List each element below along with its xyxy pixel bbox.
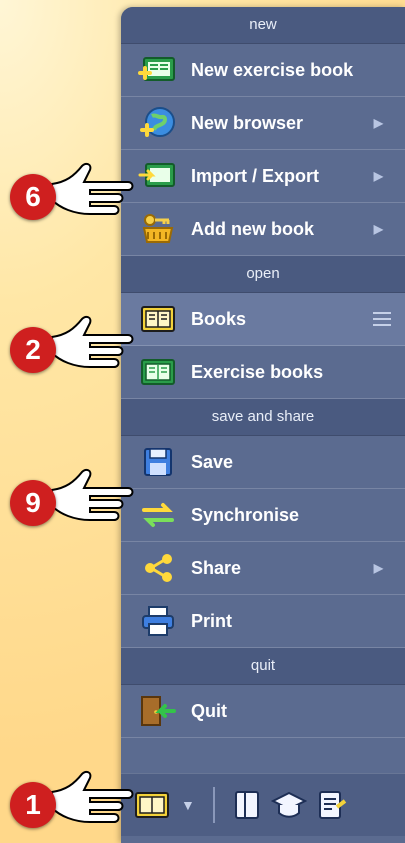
section-header-open: open [121, 256, 405, 293]
pointing-hand-icon [51, 468, 134, 521]
synchronise-label: Synchronise [191, 504, 300, 525]
floppy-disk-icon [135, 445, 181, 479]
callout-number-9: 9 [10, 480, 56, 526]
add-new-book-label: Add new book [191, 218, 314, 239]
share-label: Share [191, 557, 242, 578]
printer-icon [135, 604, 181, 638]
main-menu: new New exercise book New browser ▶ Impo… [121, 7, 405, 843]
import-export-label: Import / Export [191, 165, 320, 186]
share-icon [135, 551, 181, 585]
callout-number-2: 2 [10, 327, 56, 373]
menu-item-books[interactable]: Books [121, 293, 405, 346]
callout-number-6: 6 [10, 174, 56, 220]
save-label: Save [191, 451, 234, 472]
toolbar-separator [212, 787, 215, 823]
submenu-arrow-icon: ▶ [373, 561, 383, 575]
exercise-books-label: Exercise books [191, 361, 324, 382]
books-label: Books [191, 308, 247, 329]
submenu-arrow-icon: ▶ [373, 222, 383, 236]
hamburger-icon[interactable] [373, 312, 391, 326]
print-label: Print [191, 610, 233, 631]
menu-item-share[interactable]: Share ▶ [121, 542, 405, 595]
menu-item-new-exercise-book[interactable]: New exercise book [121, 44, 405, 97]
menu-item-import-export[interactable]: Import / Export ▶ [121, 150, 405, 203]
submenu-arrow-icon: ▶ [373, 116, 383, 130]
basket-key-icon [135, 212, 181, 246]
menu-item-quit[interactable]: Quit [121, 685, 405, 738]
graduation-cap-icon[interactable] [270, 789, 307, 821]
folder-icon[interactable] [233, 789, 261, 821]
menu-item-new-browser[interactable]: New browser ▶ [121, 97, 405, 150]
menu-item-exercise-books[interactable]: Exercise books [121, 346, 405, 399]
books-icon [135, 302, 181, 336]
sync-arrows-icon [135, 498, 181, 532]
callout-9: 9 [10, 468, 140, 538]
section-header-new: new [121, 7, 405, 44]
exercise-books-icon [135, 355, 181, 389]
menu-item-print[interactable]: Print [121, 595, 405, 648]
import-export-icon [135, 159, 181, 193]
new-browser-label: New browser [191, 112, 304, 133]
section-header-save-share: save and share [121, 399, 405, 436]
globe-icon [135, 106, 181, 140]
exit-door-icon [135, 694, 181, 728]
section-header-quit: quit [121, 648, 405, 685]
chevron-down-icon[interactable]: ▼ [181, 797, 195, 813]
menu-item-add-new-book[interactable]: Add new book ▶ [121, 203, 405, 256]
submenu-arrow-icon: ▶ [373, 169, 383, 183]
callout-6: 6 [10, 162, 140, 232]
new-exercise-book-label: New exercise book [191, 59, 354, 80]
menu-item-synchronise[interactable]: Synchronise [121, 489, 405, 542]
pointing-hand-icon [51, 162, 134, 215]
pointing-hand-icon [51, 770, 134, 823]
new-exercise-book-icon [135, 53, 181, 87]
menu-item-save[interactable]: Save [121, 436, 405, 489]
callout-2: 2 [10, 315, 140, 385]
callout-1: 1 [10, 770, 140, 840]
pointing-hand-icon [51, 315, 134, 368]
quit-label: Quit [191, 700, 227, 721]
callout-number-1: 1 [10, 782, 56, 828]
notes-icon[interactable] [317, 789, 347, 821]
bottom-toolbar: ▼ [121, 773, 405, 836]
